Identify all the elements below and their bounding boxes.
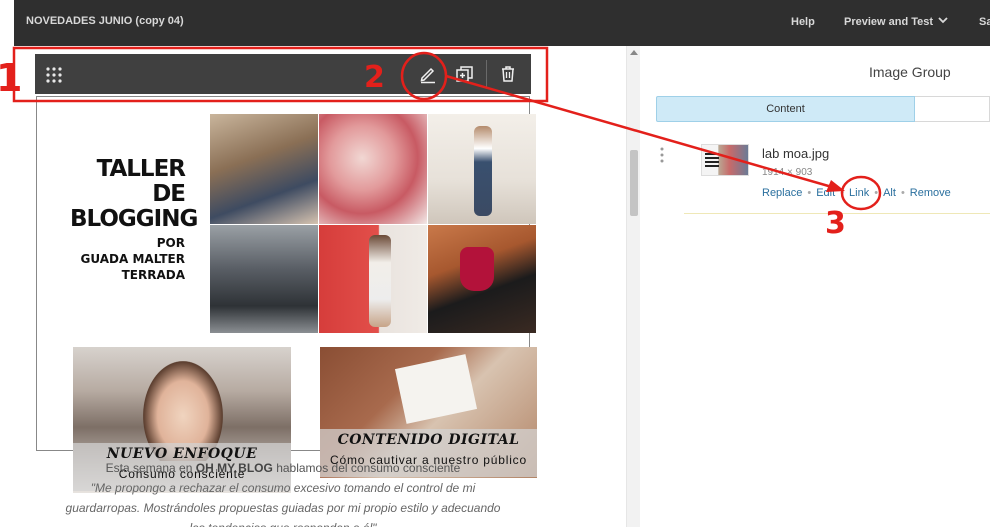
intro-brand: OH MY BLOG	[195, 461, 273, 475]
card-title: CONTENIDO DIGITAL	[337, 432, 520, 448]
workshop-headline: TALLER DE BLOGGING POR GUADA MALTER TERR…	[70, 156, 198, 283]
headline-line-3: POR	[156, 236, 185, 250]
image-group-block[interactable]: TALLER DE BLOGGING POR GUADA MALTER TERR…	[36, 96, 537, 493]
tab-secondary[interactable]	[915, 96, 990, 122]
intro-suffix: hablamos del consumo consciente	[272, 461, 461, 475]
canvas-scrollbar[interactable]	[626, 46, 640, 527]
properties-panel: Image Group Content lab moa.jpg 1914 × 9…	[641, 46, 990, 527]
email-canvas: TALLER DE BLOGGING POR GUADA MALTER TERR…	[14, 46, 626, 527]
photo-shoes	[210, 114, 318, 224]
image-dimensions: 1914 × 903	[762, 167, 813, 178]
trash-icon[interactable]	[498, 64, 518, 84]
quote-line-3: las tendencias que respondan a él"	[36, 518, 530, 527]
photo-lipsticks	[319, 114, 427, 224]
drag-grip-icon[interactable]	[45, 66, 63, 84]
save-button[interactable]: Save	[979, 16, 990, 28]
replace-link[interactable]: Replace	[762, 187, 802, 199]
photo-street-outfit	[428, 114, 536, 224]
photo-starbucks-cup	[428, 225, 536, 333]
duplicate-icon[interactable]	[455, 64, 475, 84]
intro-line: Esta semana en OH MY BLOG hablamos del c…	[36, 458, 530, 478]
headline-line-4: GUADA MALTER	[80, 252, 185, 266]
scroll-thumb[interactable]	[630, 150, 638, 216]
reorder-handle-icon[interactable]	[659, 146, 665, 164]
intro-text: Esta semana en OH MY BLOG hablamos del c…	[36, 458, 530, 527]
tab-content[interactable]: Content	[656, 96, 915, 122]
link-link[interactable]: Link	[849, 187, 869, 199]
image-actions: Replace • Edit • Link • Alt • Remove	[762, 187, 951, 199]
annotation-label-3: 3	[825, 206, 846, 241]
intro-prefix: Esta semana en	[105, 461, 196, 475]
help-button[interactable]: Help	[791, 16, 815, 28]
edit-link[interactable]: Edit	[816, 187, 835, 199]
image-thumbnail	[701, 144, 749, 176]
annotation-label-2: 2	[364, 60, 385, 95]
remove-link[interactable]: Remove	[910, 187, 951, 199]
annotation-label-1: 1	[0, 56, 23, 100]
chevron-down-icon[interactable]	[937, 14, 949, 26]
headline-line-2: BLOGGING	[70, 206, 198, 232]
panel-title: Image Group	[869, 64, 951, 80]
image-filename: lab moa.jpg	[762, 146, 830, 161]
top-bar: NOVEDADES JUNIO (copy 04) Help Preview a…	[14, 0, 990, 46]
quote-line-2: guardarropas. Mostrándoles propuestas gu…	[65, 501, 501, 515]
alt-link[interactable]: Alt	[883, 187, 896, 199]
photo-red-wall-outfit	[319, 225, 427, 333]
quote-line-1: "Me propongo a rechazar el consumo exces…	[90, 481, 476, 495]
pencil-icon[interactable]	[418, 64, 438, 84]
preview-and-test-button[interactable]: Preview and Test	[844, 16, 933, 28]
photo-sunglasses	[210, 225, 318, 333]
headline-line-1: TALLER DE	[96, 156, 186, 207]
headline-line-5: TERRADA	[121, 268, 185, 282]
block-toolbar	[35, 54, 531, 94]
scroll-up-arrow-icon[interactable]	[630, 50, 638, 55]
email-title: NOVEDADES JUNIO (copy 04)	[26, 15, 184, 27]
toolbar-divider	[486, 60, 487, 88]
